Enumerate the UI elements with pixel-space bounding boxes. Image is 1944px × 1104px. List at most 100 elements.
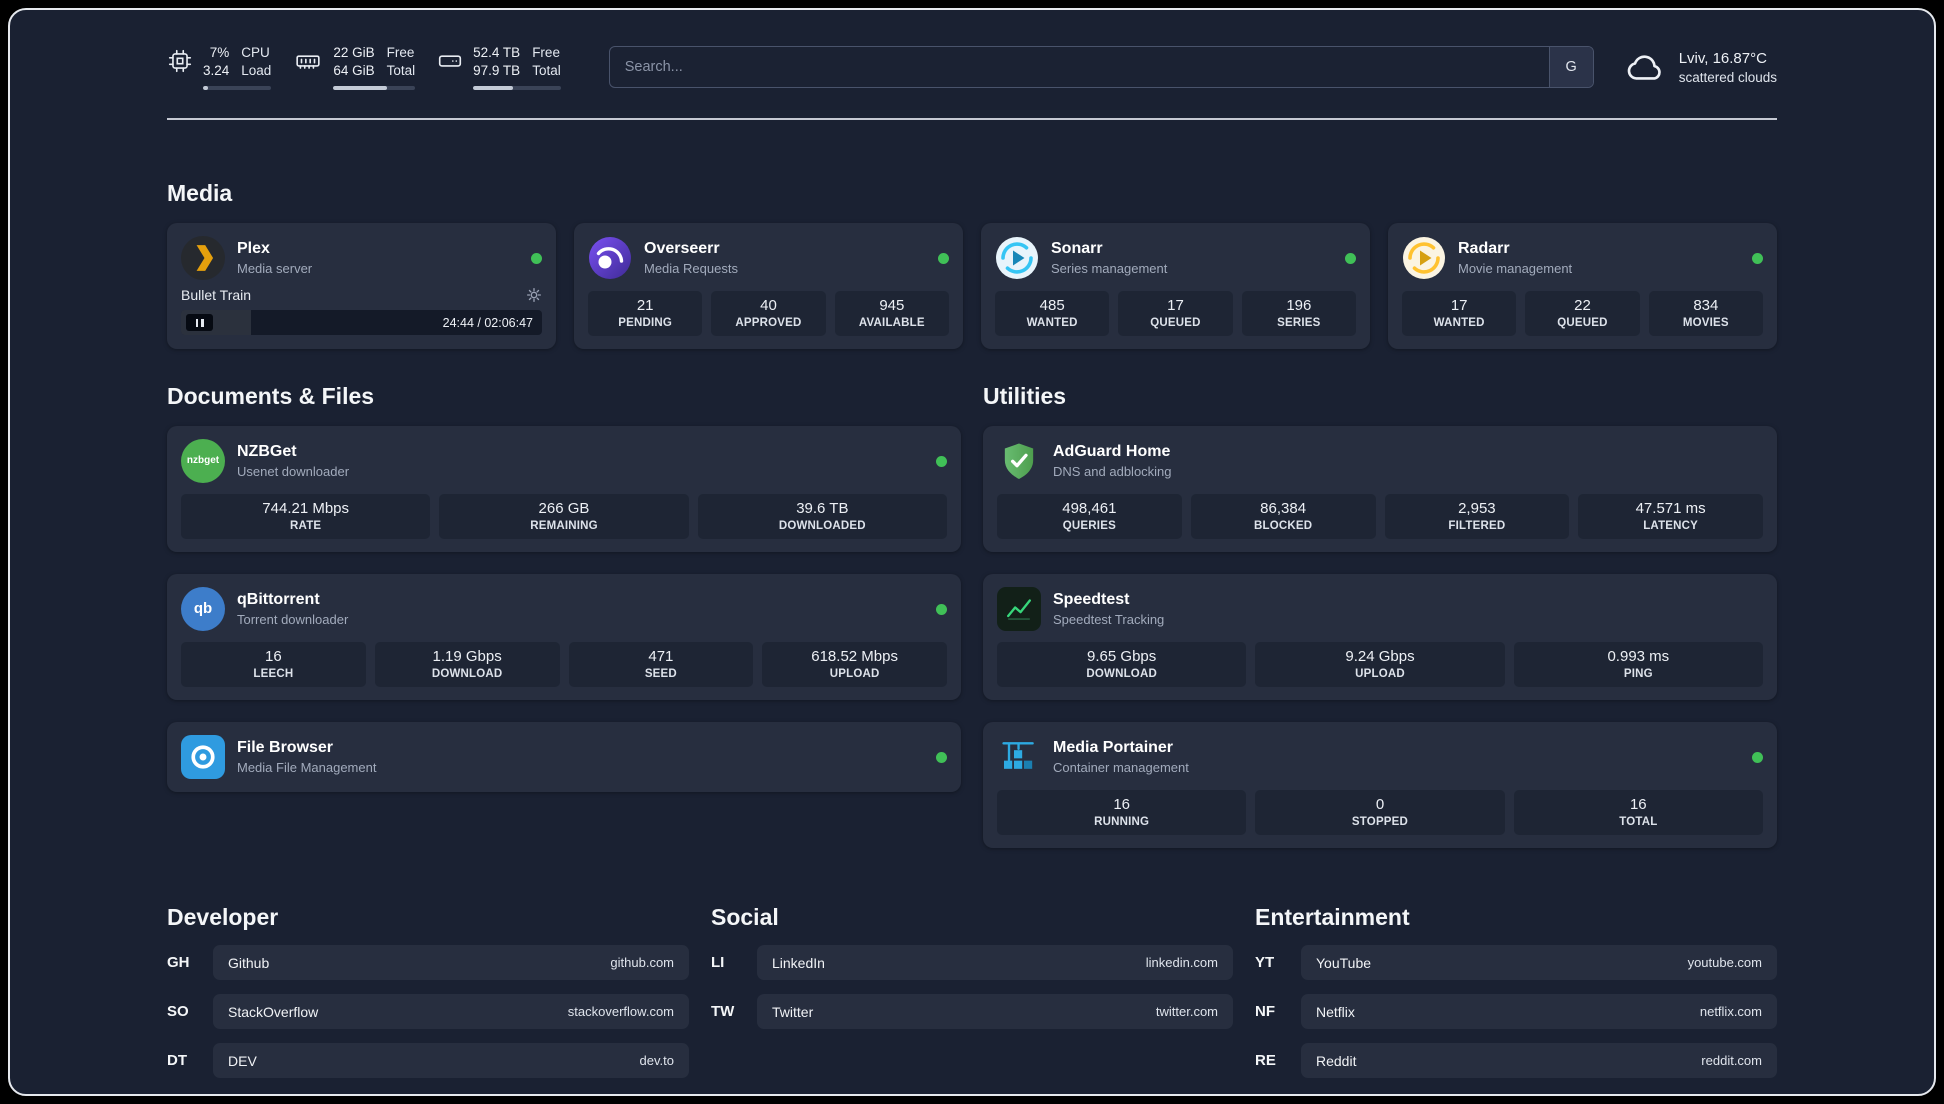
bookmark-group-social: Social LI LinkedIn linkedin.com TW Twitt… [711,904,1233,1030]
status-indicator [936,455,947,467]
playback-progress-bar[interactable]: 24:44 / 02:06:47 [181,310,542,336]
topbar: 7% 3.24 CPU Load 22 GiB 64 GiB Free Tota… [167,10,1777,91]
app-subtitle: DNS and adblocking [1053,464,1172,480]
app-card-radarr[interactable]: Radarr Movie management 17 WANTED 22 QUE… [1388,223,1777,350]
stat-box: 16 RUNNING [997,790,1247,836]
disk-progress-fill [473,86,514,91]
app-card-qbittorrent[interactable]: qb qBittorrent Torrent downloader 16 LEE… [167,574,961,701]
ram-total: 64 GiB [333,63,375,79]
bookmark-youtube[interactable]: YouTube youtube.com [1301,945,1777,981]
disk-progress [473,86,561,91]
search-input[interactable] [609,59,1549,76]
section-title-utilities: Utilities [983,383,1067,410]
app-card-portainer[interactable]: Media Portainer Container management 16 … [983,722,1777,849]
app-subtitle: Speedtest Tracking [1053,612,1165,628]
status-indicator [1345,252,1356,264]
status-indicator [1752,252,1763,264]
bookmark-github[interactable]: Github github.com [213,945,689,981]
bookmark-abbr: LI [711,954,725,972]
stat-box: 744.21 Mbps RATE [181,494,431,540]
bookmark-dev[interactable]: DEV dev.to [213,1043,689,1079]
stat-box: 618.52 Mbps UPLOAD [762,642,947,688]
app-title: Sonarr [1051,240,1103,258]
gear-icon[interactable] [526,287,542,303]
stat-box: 0 STOPPED [1255,790,1505,836]
app-card-nzbget[interactable]: nzbget NZBGet Usenet downloader 744.21 M… [167,426,961,553]
filebrowser-icon [181,735,225,780]
cpu-label-bottom: Load [241,63,272,79]
bookmark-row: RE Reddit reddit.com [1255,1043,1777,1079]
bookmark-linkedin[interactable]: LinkedIn linkedin.com [757,945,1233,981]
section-media: Media Plex Media server Bullet Train 24:… [167,180,1777,350]
app-subtitle: Movie management [1458,261,1573,277]
bookmark-row: DT DEV dev.to [167,1043,689,1079]
section-title-social: Social [711,904,779,931]
bookmark-netflix[interactable]: Netflix netflix.com [1301,994,1777,1030]
ram-free: 22 GiB [333,45,375,60]
stat-box: 9.24 Gbps UPLOAD [1255,642,1505,688]
app-subtitle: Torrent downloader [237,612,349,628]
bookmark-abbr: TW [711,1003,735,1021]
app-card-sonarr[interactable]: Sonarr Series management 485 WANTED 17 Q… [981,223,1370,350]
stat-box: 471 SEED [568,642,754,688]
app-title: NZBGet [237,443,297,461]
stat-box: 47.571 ms LATENCY [1578,494,1763,540]
app-title: Speedtest [1053,591,1130,609]
app-card-adguard[interactable]: AdGuard Home DNS and adblocking 498,461 … [983,426,1777,553]
app-title: Plex [237,240,270,258]
bookmark-stackoverflow[interactable]: StackOverflow stackoverflow.com [213,994,689,1030]
ram-label-top: Free [386,45,415,60]
section-title-developer: Developer [167,904,279,931]
status-indicator [938,252,949,264]
stat-box: 9.65 Gbps DOWNLOAD [997,642,1247,688]
plex-icon [181,236,225,281]
header-divider [167,118,1777,121]
app-title: Radarr [1458,240,1510,258]
stat-box: 39.6 TB DOWNLOADED [697,494,947,540]
app-title: qBittorrent [237,591,320,609]
ram-widget: 22 GiB 64 GiB Free Total [293,44,416,91]
app-card-plex[interactable]: Plex Media server Bullet Train 24:44 / 0… [167,223,556,350]
qbittorrent-icon: qb [181,587,225,632]
overseerr-icon [588,236,632,280]
bookmark-abbr: YT [1255,954,1275,972]
bookmark-abbr: RE [1255,1052,1276,1070]
stat-box: 485 WANTED [995,291,1110,337]
cpu-chip-icon [167,48,193,74]
app-card-filebrowser[interactable]: File Browser Media File Management [167,722,961,793]
adguard-icon [997,439,1041,483]
speedtest-icon [997,587,1041,632]
disk-label-top: Free [532,45,560,60]
cpu-progress [203,86,272,91]
stat-box: 2,953 FILTERED [1384,494,1570,540]
section-title-media: Media [167,180,233,207]
cpu-widget: 7% 3.24 CPU Load [167,44,272,91]
app-subtitle: Media File Management [237,760,377,776]
disk-free: 52.4 TB [473,45,521,60]
stat-box: 0.993 ms PING [1513,642,1763,688]
cloud-icon [1624,51,1666,83]
stat-box: 17 QUEUED [1118,291,1233,337]
app-subtitle: Container management [1053,760,1189,776]
nzbget-icon: nzbget [181,439,225,484]
cpu-load: 3.24 [203,63,230,79]
disk-total: 97.9 TB [473,63,521,79]
status-indicator [1752,751,1763,763]
bookmark-row: YT YouTube youtube.com [1255,945,1777,981]
search-engine-button[interactable]: G [1548,47,1593,88]
app-title: Overseerr [644,240,720,258]
stat-box: 196 SERIES [1241,291,1356,337]
section-title-entertainment: Entertainment [1255,904,1410,931]
bookmark-twitter[interactable]: Twitter twitter.com [757,994,1233,1030]
radarr-icon [1402,236,1446,280]
pause-button[interactable] [186,314,213,332]
playback-time: 24:44 / 02:06:47 [442,315,533,330]
section-title-documents: Documents & Files [167,383,375,410]
bookmark-row: TW Twitter twitter.com [711,994,1233,1030]
search-bar[interactable]: G [608,46,1594,89]
bookmark-reddit[interactable]: Reddit reddit.com [1301,1043,1777,1079]
stat-box: 834 MOVIES [1648,291,1763,337]
app-card-overseerr[interactable]: Overseerr Media Requests 21 PENDING 40 A… [574,223,963,350]
app-card-speedtest[interactable]: Speedtest Speedtest Tracking 9.65 Gbps D… [983,574,1777,701]
status-indicator [531,252,542,264]
